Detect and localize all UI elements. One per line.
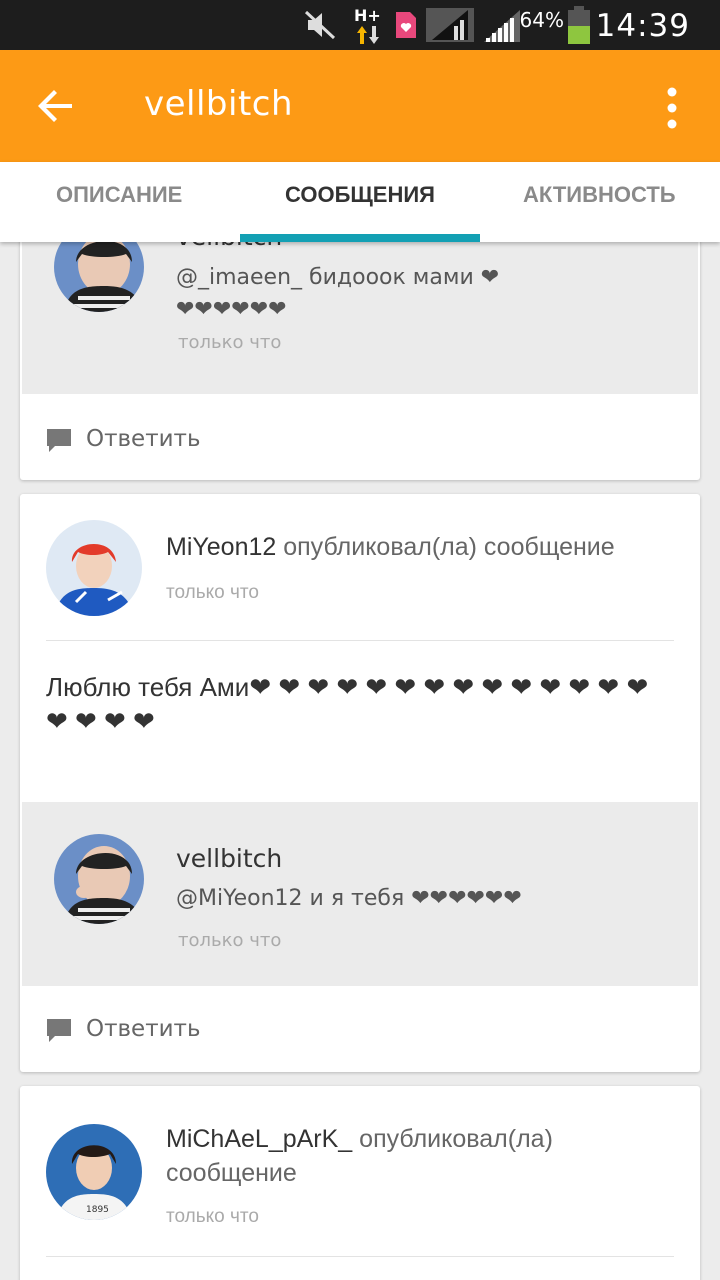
arrow-left-icon[interactable] [36,86,76,126]
reply-username[interactable]: vellbitch [176,844,282,873]
avatar[interactable] [54,242,144,312]
reply-time: только что [178,930,282,951]
post-body: Люблю тебя Ами❤ ❤ ❤ ❤ ❤ ❤ ❤ ❤ ❤ ❤ ❤ ❤ ❤ … [46,672,649,736]
post-time: только что [166,582,259,603]
more-vert-icon[interactable] [660,86,684,130]
divider [46,640,674,641]
post-time: только что [166,1206,259,1227]
message-card: vellbitch @_imaeen_ бидооок мами ❤❤❤❤❤❤❤… [20,242,700,480]
reply-text: @MiYeon12 и я тебя ❤❤❤❤❤❤ [176,886,522,911]
mute-icon [304,10,336,40]
sim-card-icon [396,12,416,38]
reply-box: vellbitch @MiYeon12 и я тебя ❤❤❤❤❤❤ толь… [22,802,698,986]
reply-button-label: Ответить [86,1016,201,1042]
tab-bar: ОПИСАНИЕ СООБЩЕНИЯ АКТИВНОСТЬ [0,162,720,242]
reply-text: @_imaeen_ бидооок мами ❤❤❤❤❤❤❤ [176,265,500,322]
author-name[interactable]: MiYeon12 [166,533,276,561]
signal-icon [484,10,520,42]
reply-button-label: Ответить [86,426,201,452]
signal-icon [426,8,474,42]
reply-time: только что [178,332,282,353]
comment-icon [47,1019,71,1042]
network-arrows-icon [357,26,379,44]
message-card: MiYeon12 опубликовал(ла) сообщение тольк… [20,494,700,1072]
svg-text:1895: 1895 [86,1205,109,1215]
author-name[interactable]: MiChAeL_pArK_ [166,1125,352,1153]
reply-username[interactable]: vellbitch [176,242,282,251]
author-avatar[interactable]: 1895 [46,1124,142,1220]
status-bar: H+ 64% 14:39 [0,0,720,50]
post-header: MiYeon12 опубликовал(ла) сообщение [166,530,686,564]
tab-messages[interactable]: СООБЩЕНИЯ [285,182,435,208]
network-type-label: H+ [354,6,381,25]
reply-box: vellbitch @_imaeen_ бидооок мами ❤❤❤❤❤❤❤… [22,242,698,394]
post-action-text: опубликовал(ла) сообщение [283,533,615,561]
active-tab-indicator [240,234,480,242]
avatar[interactable] [54,834,144,924]
messages-feed[interactable]: vellbitch @_imaeen_ бидооок мами ❤❤❤❤❤❤❤… [0,242,720,1280]
tab-activity[interactable]: АКТИВНОСТЬ [523,182,676,208]
battery-percent: 64% [519,8,564,32]
post-header: MiChAeL_pArK_ опубликовал(ла) сообщение [166,1122,606,1190]
status-time: 14:39 [595,8,690,44]
tab-description[interactable]: ОПИСАНИЕ [56,182,182,208]
page-title: vellbitch [144,84,294,124]
app-bar: vellbitch [0,50,720,162]
message-card: 1895 MiChAeL_pArK_ опубликовал(ла) сообщ… [20,1086,700,1280]
author-avatar[interactable] [46,520,142,616]
comment-icon [47,429,71,452]
battery-icon [568,6,590,44]
divider [46,1256,674,1257]
